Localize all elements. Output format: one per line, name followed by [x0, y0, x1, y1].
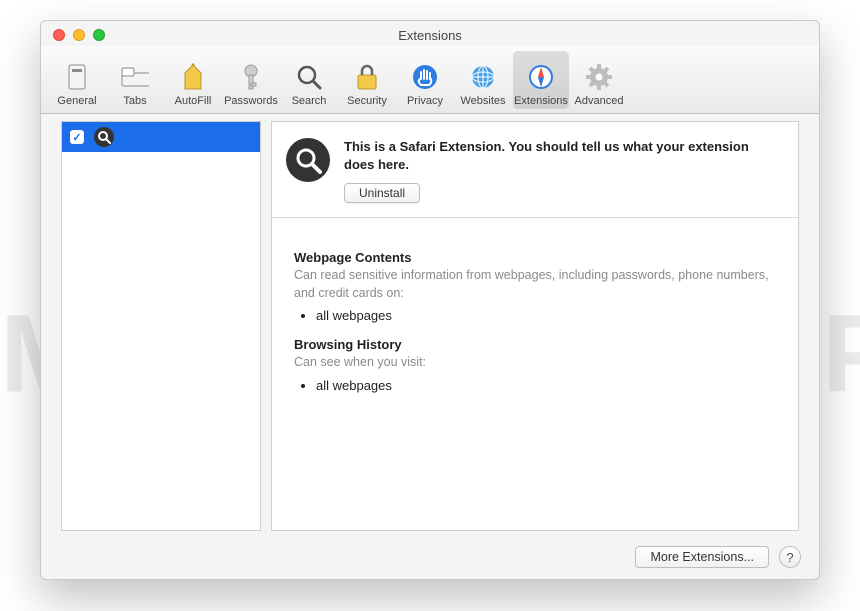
- permissions-section: Webpage Contents Can read sensitive info…: [272, 218, 798, 413]
- autofill-icon: [179, 63, 207, 91]
- general-icon: [63, 63, 91, 91]
- more-extensions-button[interactable]: More Extensions...: [635, 546, 769, 568]
- webpage-contents-subtext: Can read sensitive information from webp…: [294, 267, 776, 302]
- extension-enable-checkbox[interactable]: ✓: [70, 130, 84, 144]
- zoom-window-button[interactable]: [93, 29, 105, 41]
- compass-icon: [527, 63, 555, 91]
- privacy-hand-icon: [411, 63, 439, 91]
- preferences-window: Extensions General Tabs AutoFill Passw: [40, 20, 820, 580]
- toolbar-tab-general[interactable]: General: [49, 51, 105, 109]
- toolbar-tab-label: Privacy: [407, 95, 443, 107]
- lock-icon: [353, 63, 381, 91]
- toolbar-tab-websites[interactable]: Websites: [455, 51, 511, 109]
- extension-list-item[interactable]: ✓: [62, 122, 260, 152]
- permission-bullet: all webpages: [316, 378, 776, 393]
- toolbar-tab-search[interactable]: Search: [281, 51, 337, 109]
- toolbar-tab-label: Extensions: [514, 95, 568, 107]
- tabs-icon: [121, 63, 149, 91]
- close-window-button[interactable]: [53, 29, 65, 41]
- toolbar-tab-autofill[interactable]: AutoFill: [165, 51, 221, 109]
- content-area: ✓ This is a Safari Extension. You should…: [61, 121, 799, 531]
- search-icon: [286, 138, 330, 182]
- globe-icon: [469, 63, 497, 91]
- window-footer: More Extensions... ?: [41, 535, 819, 579]
- uninstall-button[interactable]: Uninstall: [344, 183, 420, 203]
- extension-header: This is a Safari Extension. You should t…: [272, 122, 798, 218]
- browsing-history-subtext: Can see when you visit:: [294, 354, 776, 372]
- toolbar-tab-label: Search: [292, 95, 327, 107]
- toolbar-tab-label: Tabs: [123, 95, 146, 107]
- toolbar-tab-advanced[interactable]: Advanced: [571, 51, 627, 109]
- toolbar-tab-label: AutoFill: [175, 95, 212, 107]
- extension-description: This is a Safari Extension. You should t…: [344, 138, 780, 173]
- search-icon: [94, 127, 114, 147]
- toolbar-tab-label: Passwords: [224, 95, 278, 107]
- extension-detail-panel: This is a Safari Extension. You should t…: [271, 121, 799, 531]
- toolbar-tab-passwords[interactable]: Passwords: [223, 51, 279, 109]
- toolbar-tab-tabs[interactable]: Tabs: [107, 51, 163, 109]
- extensions-sidebar: ✓: [61, 121, 261, 531]
- permission-bullet: all webpages: [316, 308, 776, 323]
- gear-icon: [585, 63, 613, 91]
- browsing-history-heading: Browsing History: [294, 337, 776, 352]
- window-title: Extensions: [398, 28, 462, 43]
- search-icon: [295, 63, 323, 91]
- toolbar-tab-extensions[interactable]: Extensions: [513, 51, 569, 109]
- titlebar: Extensions: [41, 21, 819, 46]
- toolbar-tab-label: Security: [347, 95, 387, 107]
- toolbar-tab-label: Advanced: [575, 95, 624, 107]
- minimize-window-button[interactable]: [73, 29, 85, 41]
- key-icon: [237, 63, 265, 91]
- help-button[interactable]: ?: [779, 546, 801, 568]
- toolbar-tab-security[interactable]: Security: [339, 51, 395, 109]
- window-controls: [53, 29, 105, 41]
- toolbar-tab-label: General: [57, 95, 96, 107]
- webpage-contents-heading: Webpage Contents: [294, 250, 776, 265]
- toolbar-tab-privacy[interactable]: Privacy: [397, 51, 453, 109]
- preferences-toolbar: General Tabs AutoFill Passwords Search: [41, 46, 819, 114]
- toolbar-tab-label: Websites: [460, 95, 505, 107]
